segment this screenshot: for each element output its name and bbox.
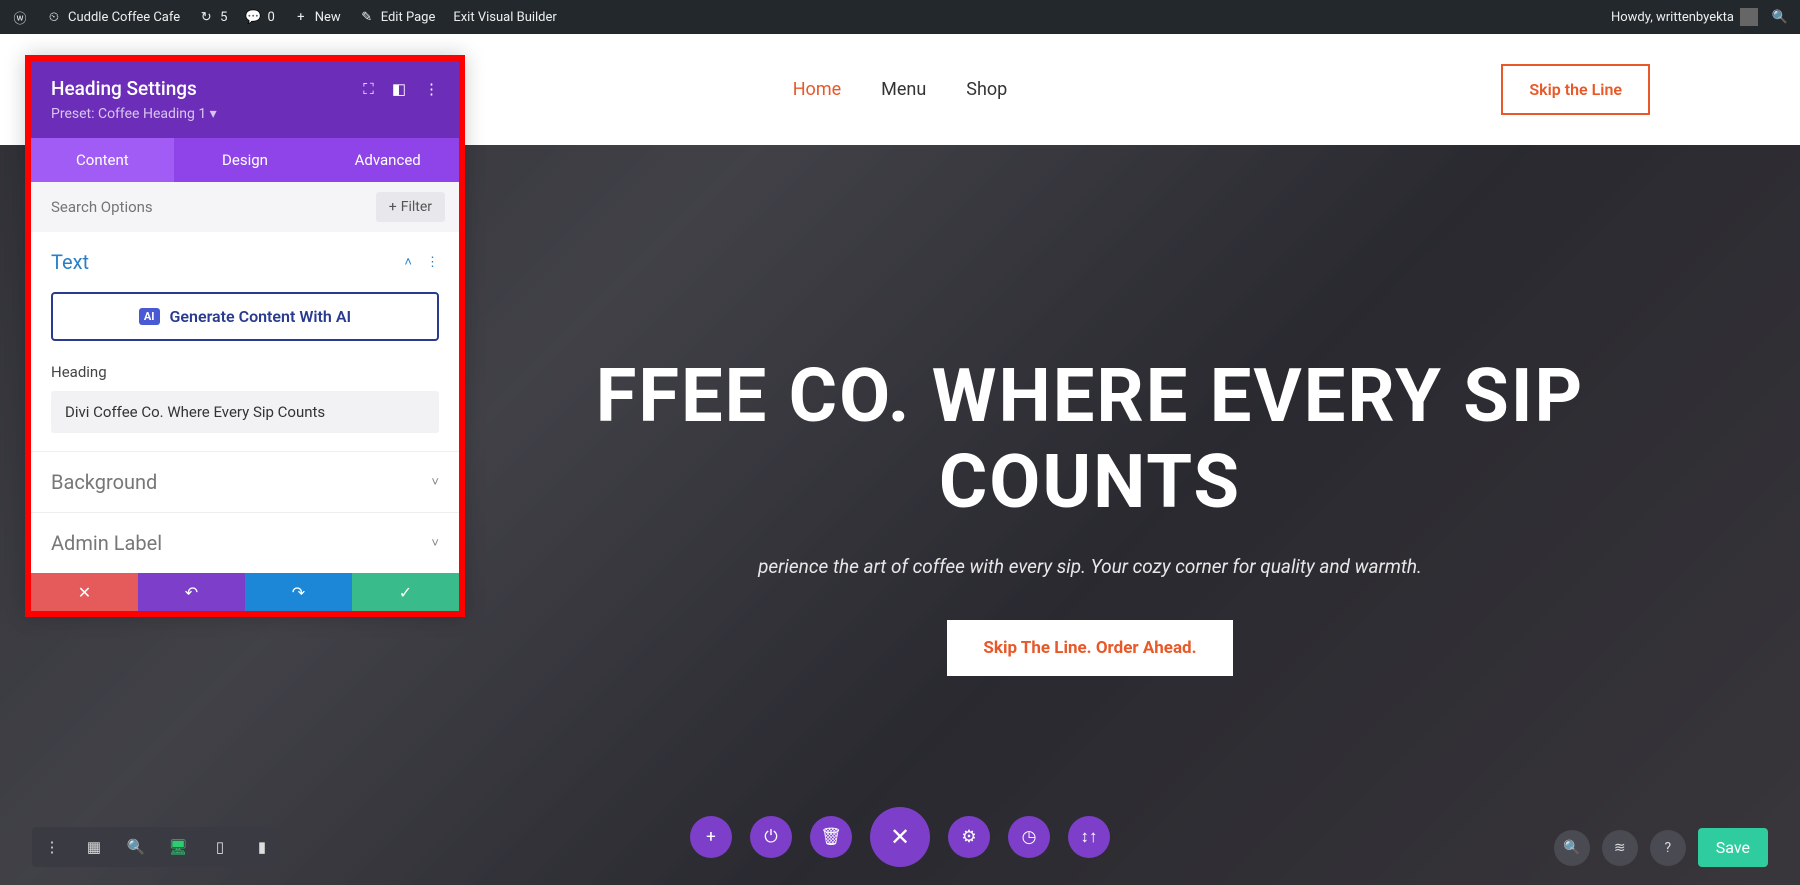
nav-home[interactable]: Home [793,79,841,100]
zoom-icon[interactable]: 🔍 [124,835,148,859]
add-button[interactable]: + [690,816,732,858]
chevron-down-icon: ˅ [431,535,439,551]
howdy-link[interactable]: Howdy, writtenbyekta [1611,8,1758,26]
expand-icon[interactable]: ⛶ [363,80,374,98]
settings-button[interactable]: ⚙ [948,816,990,858]
generate-ai-button[interactable]: AI Generate Content With AI [51,292,439,341]
save-page-button[interactable]: Save [1698,828,1768,867]
wp-admin-bar: ⓦ ⏲ Cuddle Coffee Cafe ↻5 💬0 +New ✎Edit P… [0,0,1800,34]
close-builder-button[interactable]: ✕ [870,807,930,867]
comment-icon: 💬 [245,9,261,25]
builder-toolbar-left: ⋮ ▦ 🔍 🖥 ▯ ▮ [32,827,282,867]
nav-shop[interactable]: Shop [966,79,1007,100]
more-icon[interactable]: ⋮ [40,835,64,859]
comments-link[interactable]: 💬0 [245,9,274,25]
plus-icon: + [389,199,397,215]
exit-builder-link[interactable]: Exit Visual Builder [453,10,556,25]
section-text-toggle[interactable]: Text ˄ ⋮ [51,250,439,274]
cancel-button[interactable]: ✕ [31,573,138,611]
filter-button[interactable]: +Filter [376,192,445,222]
hero-subtitle: perience the art of coffee with every si… [758,555,1422,578]
redo-button[interactable]: ↷ [245,573,352,611]
chevron-down-icon: ˅ [431,474,439,490]
snap-icon[interactable]: ◧ [392,80,406,98]
site-name: Cuddle Coffee Cafe [68,10,180,25]
updates-link[interactable]: ↻5 [198,9,227,25]
site-name-link[interactable]: ⏲ Cuddle Coffee Cafe [46,9,180,25]
section-admin-label-toggle[interactable]: Admin Label ˅ [51,531,439,555]
hero-cta-button[interactable]: Skip The Line. Order Ahead. [947,620,1232,676]
heading-input[interactable] [51,391,439,433]
trash-button[interactable]: 🗑 [810,816,852,858]
hero-title: FFEE CO. WHERE EVERY SIP COUNTS [540,354,1640,524]
power-button[interactable]: ⏻ [750,816,792,858]
dashboard-icon: ⏲ [46,9,62,25]
search-toggle[interactable]: 🔍 [1772,9,1788,25]
apply-button[interactable]: ✓ [352,573,459,611]
nav-menu[interactable]: Menu [881,79,926,100]
chevron-up-icon: ˄ [404,254,412,270]
tab-advanced[interactable]: Advanced [316,138,459,182]
section-background-toggle[interactable]: Background ˅ [51,470,439,494]
builder-toolbar-center: + ⏻ 🗑 ✕ ⚙ ◷ ↕↑ [690,807,1110,867]
tab-design[interactable]: Design [174,138,317,182]
refresh-icon: ↻ [198,9,214,25]
builder-toolbar-right: 🔍 ≋ ? Save [1554,828,1768,867]
search-icon: 🔍 [1772,9,1788,25]
wireframe-icon[interactable]: ▦ [82,835,106,859]
sliders-button[interactable]: ↕↑ [1068,816,1110,858]
heading-settings-panel: Heading Settings ⛶ ◧ ⋮ Preset: Coffee He… [25,55,465,617]
wp-logo[interactable]: ⓦ [12,9,28,25]
edit-page-link[interactable]: ✎Edit Page [359,9,436,25]
avatar [1740,8,1758,26]
more-icon[interactable]: ⋮ [426,255,439,270]
help-button[interactable]: ? [1650,830,1686,866]
desktop-icon[interactable]: 🖥 [166,835,190,859]
phone-icon[interactable]: ▮ [250,835,274,859]
find-button[interactable]: 🔍 [1554,830,1590,866]
undo-button[interactable]: ↶ [138,573,245,611]
pencil-icon: ✎ [359,9,375,25]
history-button[interactable]: ◷ [1008,816,1050,858]
search-options-input[interactable] [45,192,366,222]
layers-button[interactable]: ≋ [1602,830,1638,866]
skip-line-button[interactable]: Skip the Line [1501,64,1650,115]
panel-title: Heading Settings [51,77,197,100]
ai-badge: AI [139,308,160,325]
plus-icon: + [293,9,309,25]
heading-field-label: Heading [51,363,439,381]
tab-content[interactable]: Content [31,138,174,182]
preset-dropdown[interactable]: Preset: Coffee Heading 1 ▾ [51,106,439,122]
tablet-icon[interactable]: ▯ [208,835,232,859]
section-text-title: Text [51,250,89,274]
new-link[interactable]: +New [293,9,341,25]
more-icon[interactable]: ⋮ [424,80,439,98]
